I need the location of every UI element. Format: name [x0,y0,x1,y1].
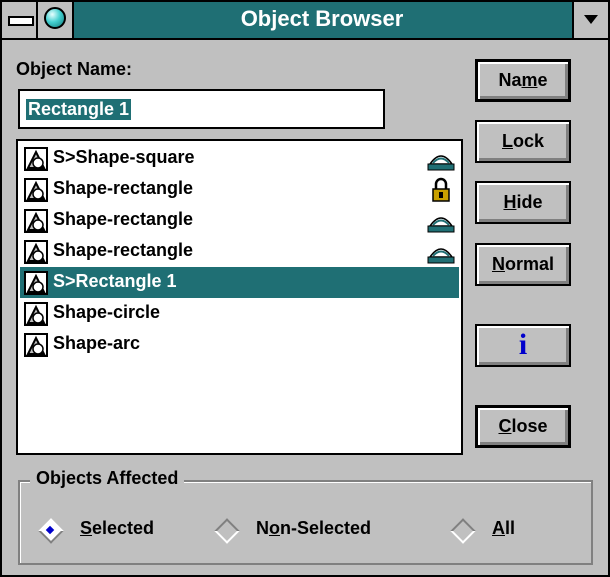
radio-label: All [492,518,515,539]
lock-icon [427,177,455,203]
list-item-label: Shape-rectangle [53,240,194,260]
radio-label-post: n-Selected [280,518,372,538]
shape-icon [24,271,48,295]
visible-icon [427,239,455,265]
system-menu-button[interactable] [2,2,38,38]
object-list[interactable]: S>Shape-square Shape-rectangle Shape-recta… [16,139,463,455]
list-item[interactable]: S>Shape-square [20,143,459,174]
name-button[interactable]: Name [475,59,571,102]
radio-label-accel: S [80,518,93,538]
visible-icon [427,146,455,172]
shape-icon [24,302,48,326]
list-item[interactable]: Shape-rectangle [20,174,459,205]
object-name-label: Object Name: [16,59,133,79]
radio-label-post: ll [505,518,516,538]
info-button[interactable]: i [475,324,571,367]
object-browser-window: Object Browser Object Name: Rectangle 1 … [0,0,610,577]
radio-label: Non-Selected [256,518,371,539]
object-name-value: Rectangle 1 [26,99,132,120]
list-item[interactable]: Shape-arc [20,329,459,360]
hide-button-label: ide [516,192,543,212]
hide-button-accel: H [503,192,517,212]
globe-icon [44,7,66,29]
normal-button-accel: N [491,254,505,274]
hide-button[interactable]: Hide [475,181,571,224]
system-menu-icon [8,16,34,26]
shape-icon [24,178,48,202]
list-item[interactable]: Shape-rectangle [20,236,459,267]
close-button[interactable]: Close [475,405,571,448]
visible-icon [427,208,455,234]
list-item-label: Shape-rectangle [53,178,194,198]
normal-button[interactable]: Normal [475,243,571,286]
object-name-input[interactable]: Rectangle 1 [18,89,385,129]
radio-label-accel: o [269,518,280,538]
name-button-label-a: Na [498,70,522,90]
shape-icon [24,333,48,357]
name-button-label-b: e [537,70,548,90]
window-title: Object Browser [240,6,404,31]
minimize-button[interactable] [572,2,608,38]
lock-button[interactable]: Lock [475,120,571,163]
objects-affected-label: Objects Affected [30,468,185,489]
close-button-label: lose [511,416,548,436]
normal-button-label: ormal [504,254,555,274]
info-icon: i [518,328,528,361]
lock-button-label: ock [512,131,545,151]
list-item-label: S>Shape-square [53,147,195,167]
lock-button-accel: L [501,131,513,151]
name-button-accel: m [521,70,538,90]
shape-icon [24,147,48,171]
radio-label-pre: N [256,518,269,538]
list-item[interactable]: S>Rectangle 1 [20,267,459,298]
list-item-label: Shape-arc [53,333,141,353]
app-icon [38,2,74,38]
shape-icon [24,209,48,233]
radio-label-accel: A [492,518,505,538]
title-bar[interactable]: Object Browser [2,2,608,40]
list-item[interactable]: Shape-rectangle [20,205,459,236]
radio-label-post: elected [92,518,155,538]
list-item-label: S>Rectangle 1 [53,271,177,291]
close-button-accel: C [498,416,512,436]
list-item-label: Shape-circle [53,302,161,322]
shape-icon [24,240,48,264]
list-item-label: Shape-rectangle [53,209,194,229]
list-item[interactable]: Shape-circle [20,298,459,329]
down-arrow-icon [584,15,598,24]
radio-label: Selected [80,518,154,539]
